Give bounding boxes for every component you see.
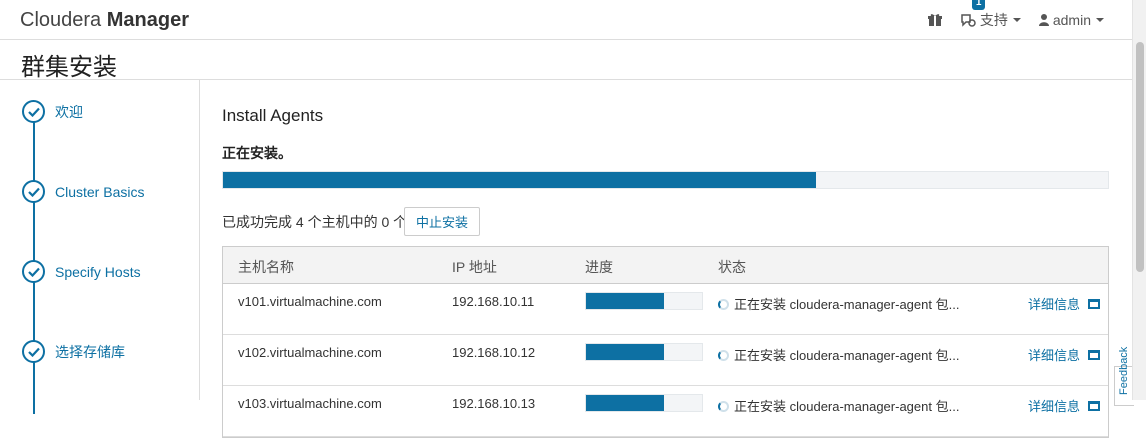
table-row: v103.virtualmachine.com 192.168.10.13 正在安装…: [223, 386, 1108, 437]
support-badge: 1: [971, 0, 986, 10]
host-name: v101.virtualmachine.com: [238, 294, 382, 309]
chevron-down-icon: [1096, 18, 1104, 22]
spinner-icon: [718, 350, 729, 361]
wizard-step-label: 欢迎: [55, 103, 83, 120]
overall-progress-fill: [223, 172, 816, 188]
details-link[interactable]: 详细信息: [1028, 294, 1101, 313]
check-icon: [22, 340, 45, 363]
gift-icon: [927, 14, 942, 26]
host-progress-bar: [585, 343, 703, 361]
table-row: v102.virtualmachine.com 192.168.10.12 正在安装…: [223, 335, 1108, 386]
install-summary: 已成功完成 4 个主机中的 0 个。: [222, 214, 422, 230]
host-ip: 192.168.10.13: [452, 396, 536, 411]
check-icon: [22, 260, 45, 283]
host-progress: [585, 292, 703, 310]
host-progress-fill: [586, 293, 664, 309]
host-progress: [585, 343, 703, 361]
wizard-step-repository[interactable]: 选择存储库: [22, 340, 125, 363]
user-icon: [1038, 14, 1049, 26]
feedback-tab[interactable]: Feedback: [1114, 347, 1134, 406]
host-progress-bar: [585, 394, 703, 412]
wizard-sidebar: 欢迎 Cluster Basics Specify Hosts 选择存储库: [0, 80, 200, 414]
host-ip: 192.168.10.12: [452, 345, 536, 360]
support-label: 支持: [979, 12, 1008, 28]
wizard-step-cluster-basics[interactable]: Cluster Basics: [22, 180, 144, 203]
window-icon: [1088, 298, 1101, 309]
host-name: v102.virtualmachine.com: [238, 345, 382, 360]
column-header-state[interactable]: 状态: [718, 257, 746, 277]
section-title: Install Agents: [222, 106, 324, 125]
window-icon: [1088, 400, 1101, 411]
host-progress-bar: [585, 292, 703, 310]
details-label: 详细信息: [1028, 297, 1081, 312]
app-logo[interactable]: Cloudera Manager: [20, 9, 189, 32]
chevron-down-icon: [1012, 18, 1021, 22]
hosts-table: 主机名称 IP 地址 进度 状态 v101.virtualmachine.com…: [222, 246, 1109, 438]
brand-light-text: Cloudera: [20, 9, 102, 31]
check-icon: [22, 180, 45, 203]
column-header-progress[interactable]: 进度: [585, 257, 613, 277]
host-progress-fill: [586, 395, 664, 411]
scrollbar-thumb[interactable]: [1136, 42, 1144, 272]
feedback-label: Feedback: [1118, 346, 1130, 395]
support-menu[interactable]: 1 支持: [960, 0, 1021, 30]
abort-install-button[interactable]: 中止安装: [404, 207, 481, 236]
user-menu[interactable]: admin: [1038, 12, 1104, 28]
wizard-step-specify-hosts[interactable]: Specify Hosts: [22, 260, 141, 283]
page-title: 群集安装: [21, 54, 117, 81]
details-label: 详细信息: [1028, 348, 1081, 363]
column-header-ip[interactable]: IP 地址: [452, 257, 497, 277]
wizard-step-welcome[interactable]: 欢迎: [22, 100, 83, 123]
host-progress-fill: [586, 344, 664, 360]
details-label: 详细信息: [1028, 399, 1081, 414]
details-link[interactable]: 详细信息: [1028, 345, 1101, 364]
brand-bold-text: Manager: [106, 9, 189, 31]
overall-progress-bar: [222, 171, 1109, 189]
host-state: 正在安装 cloudera-manager-agent 包...: [718, 345, 959, 364]
window-icon: [1088, 349, 1101, 360]
host-state: 正在安装 cloudera-manager-agent 包...: [718, 396, 959, 415]
details-link[interactable]: 详细信息: [1028, 396, 1101, 415]
spinner-icon: [718, 401, 729, 412]
page-scrollbar[interactable]: [1132, 0, 1146, 400]
user-label: admin: [1052, 12, 1091, 28]
table-header: 主机名称 IP 地址 进度 状态: [223, 247, 1108, 284]
wizard-step-label: 选择存储库: [55, 343, 125, 360]
wizard-step-label: Specify Hosts: [55, 263, 141, 280]
column-header-host[interactable]: 主机名称: [238, 257, 294, 277]
check-icon: [22, 100, 45, 123]
host-ip: 192.168.10.11: [452, 294, 535, 309]
install-status: 正在安装。: [222, 145, 292, 161]
spinner-icon: [718, 299, 729, 310]
top-navbar: Cloudera Manager 1 支持 admin: [0, 0, 1132, 40]
page-title-bar: 群集安装: [0, 40, 1132, 81]
support-icon: [961, 14, 976, 27]
host-state-text: 正在安装 cloudera-manager-agent 包...: [734, 297, 960, 312]
host-progress: [585, 394, 703, 412]
wizard-step-label: Cluster Basics: [55, 183, 145, 200]
host-state-text: 正在安装 cloudera-manager-agent 包...: [734, 348, 960, 363]
host-state-text: 正在安装 cloudera-manager-agent 包...: [734, 399, 960, 414]
host-name: v103.virtualmachine.com: [238, 396, 382, 411]
host-state: 正在安装 cloudera-manager-agent 包...: [718, 294, 959, 313]
gift-button[interactable]: [927, 13, 942, 27]
table-row: v101.virtualmachine.com 192.168.10.11 正在安装…: [223, 284, 1108, 335]
